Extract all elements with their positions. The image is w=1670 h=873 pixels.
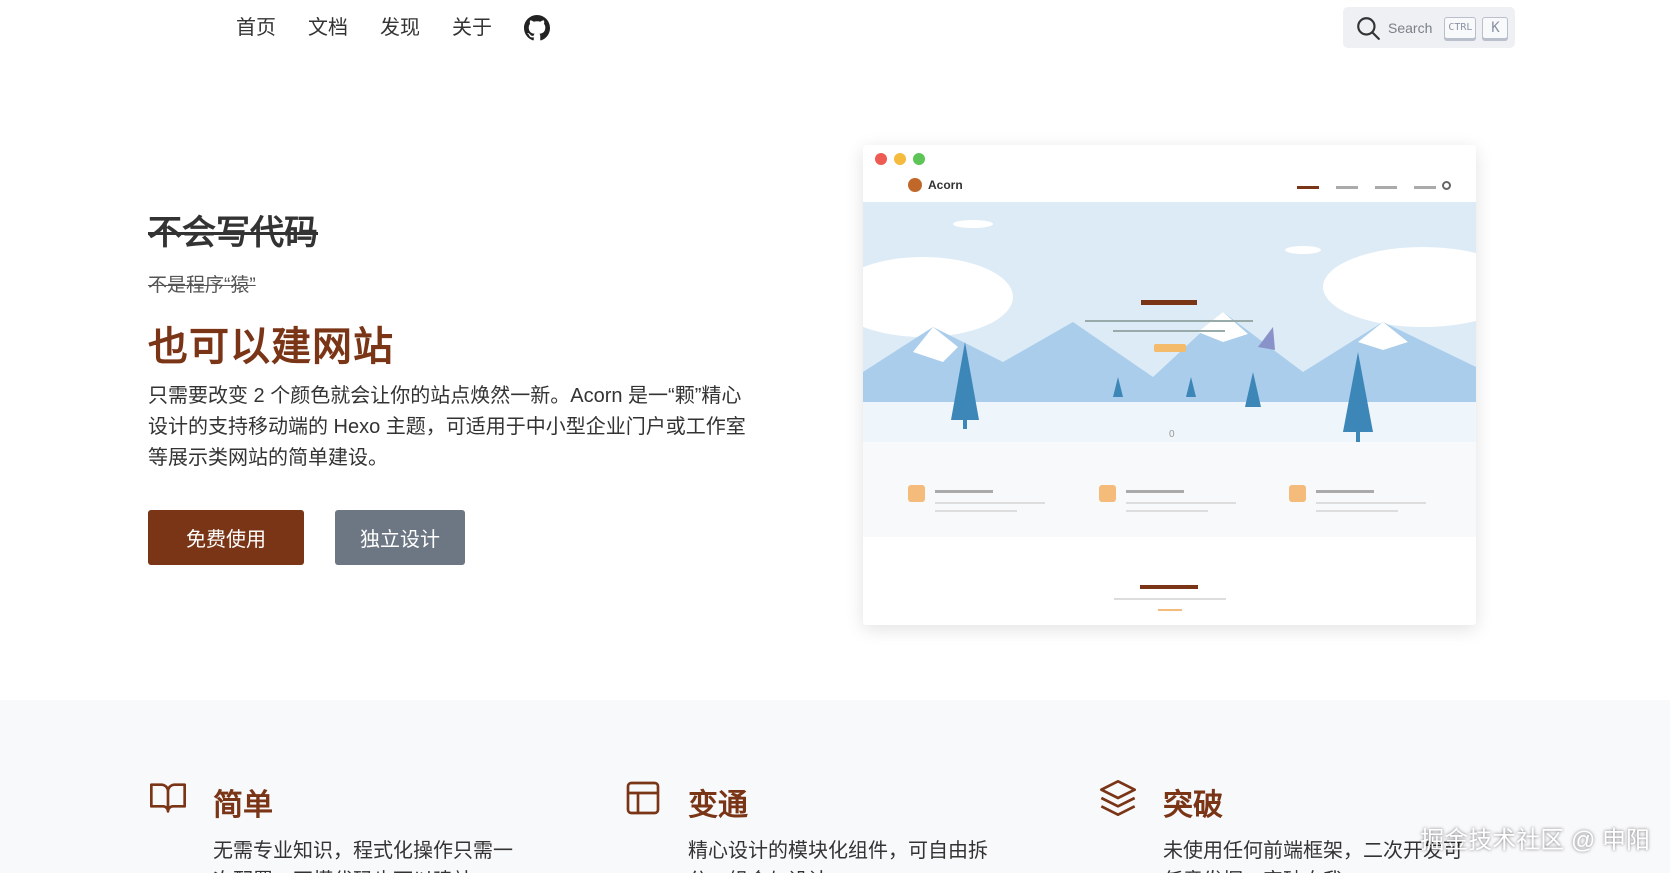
- minimize-dot: [894, 153, 906, 165]
- hero-description: 只需要改变 2 个颜色就会让你的站点焕然一新。Acorn 是一“颗”精心设计的支…: [148, 385, 746, 469]
- nav-item-discover[interactable]: 发现: [380, 12, 420, 44]
- feature-title: 突破: [1163, 789, 1223, 822]
- search-placeholder: Search: [1388, 19, 1433, 36]
- preview-scene: 0: [863, 202, 1476, 611]
- custom-design-button[interactable]: 独立设计: [335, 510, 465, 565]
- maximize-dot: [913, 153, 925, 165]
- nav-item-about[interactable]: 关于: [452, 12, 492, 44]
- preview-menu: [1280, 186, 1436, 189]
- preview-brand: Acorn: [908, 178, 963, 192]
- feature-description: 无需专业知识，程式化操作只需一次配置，不懂代码也可以建站。: [213, 840, 513, 873]
- feature-title: 变通: [688, 789, 748, 822]
- preview-search-icon: [1442, 181, 1451, 190]
- kbd-ctrl: CTRL: [1444, 16, 1477, 39]
- book-open-icon: [150, 783, 187, 813]
- nav-item-home[interactable]: 首页: [236, 12, 276, 44]
- kbd-k: K: [1482, 16, 1509, 39]
- acorn-logo-icon: [908, 178, 922, 192]
- feature-title: 简单: [213, 789, 273, 822]
- preview-counter: 0: [1169, 429, 1175, 440]
- preview-brand-name: Acorn: [928, 178, 963, 192]
- hero-strike-title: 不会写代码: [148, 214, 318, 252]
- window-controls: [875, 153, 932, 165]
- free-use-button[interactable]: 免费使用: [148, 510, 304, 565]
- hero-strike-subtitle: 不是程序“猿”: [148, 275, 256, 296]
- main-nav: 首页 文档 发现 关于: [236, 12, 550, 44]
- github-icon[interactable]: [524, 15, 550, 41]
- layers-icon: [1100, 780, 1136, 816]
- search-box[interactable]: Search CTRL K: [1343, 7, 1515, 48]
- layout-icon: [626, 781, 660, 815]
- watermark: 掘金技术社区 @ 申阳: [1420, 827, 1650, 854]
- hero-title: 也可以建网站: [148, 325, 394, 369]
- feature-description: 精心设计的模块化组件，可自由拆分、组合与设计。: [688, 840, 988, 873]
- close-dot: [875, 153, 887, 165]
- nav-item-docs[interactable]: 文档: [308, 12, 348, 44]
- search-icon: [1357, 16, 1380, 40]
- site-preview-image: Acorn 0: [863, 145, 1476, 625]
